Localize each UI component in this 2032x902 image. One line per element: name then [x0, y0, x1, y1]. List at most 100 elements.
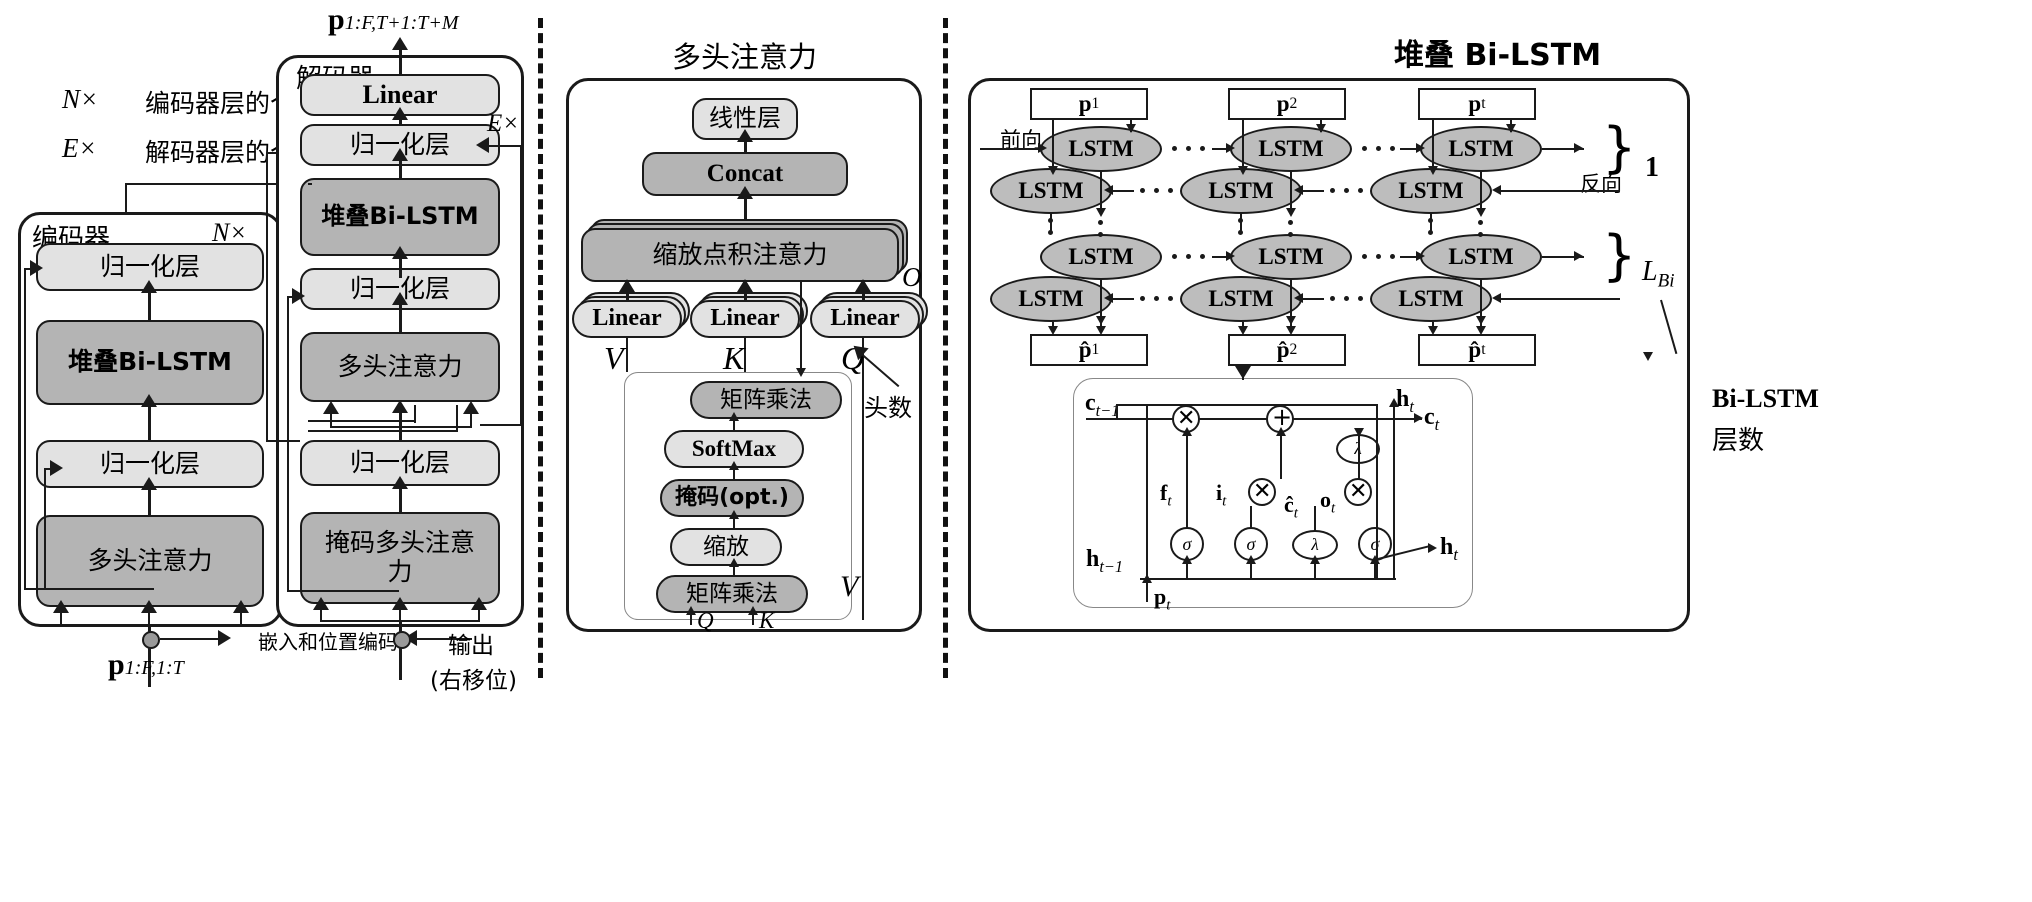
dots-f1-b3	[1390, 146, 1395, 151]
cell-c-line	[1086, 418, 1416, 420]
decoder-skip2-bot	[266, 440, 300, 442]
drop-p2-bwd	[1242, 120, 1244, 172]
bilstm-output-p1-label: p̂	[1078, 337, 1092, 362]
leftdots-1b	[1048, 230, 1053, 235]
encoder-block-bilstm[interactable]: 堆叠Bi-LSTM	[36, 320, 264, 405]
dots-b1-a1	[1140, 188, 1145, 193]
lstm-fL-2[interactable]: LSTM	[1230, 234, 1352, 280]
decoder-in-head-2	[392, 597, 408, 610]
dots-b1-a2	[1154, 188, 1159, 193]
bilstm-input-p2: p2	[1228, 88, 1346, 120]
legend-n-symbol: N×	[62, 84, 99, 114]
bilstm-layer-last-sub: Bi	[1657, 270, 1675, 292]
bilstm-layer-last: LBi	[1642, 256, 1675, 293]
drop-p1-bwd-head	[1048, 166, 1058, 175]
cell-c-out: ct	[1424, 404, 1439, 435]
bilstm-output-p1-sub: 1	[1091, 341, 1100, 358]
vert-f1-b1-3h	[1476, 208, 1486, 217]
encdec-bridge-bot2	[308, 430, 458, 432]
encoder-block-mha[interactable]: 多头注意力	[36, 515, 264, 607]
brace-glyph-L: }	[1602, 224, 1637, 287]
cell-bus-c-head	[1310, 555, 1320, 564]
cell-gate-o-sub: t	[1331, 500, 1336, 517]
lstm-fL-1[interactable]: LSTM	[1040, 234, 1162, 280]
sdpa-arrowhead-3	[729, 510, 739, 519]
bilstm-forward-line	[980, 148, 1042, 150]
encoder-skip2-bot	[24, 588, 44, 590]
drop-pt-bwd	[1432, 120, 1434, 172]
decoder-arrowhead-3	[392, 246, 408, 259]
decoder-block-mha[interactable]: 多头注意力	[300, 332, 500, 402]
cell-h-out-sub: t	[1453, 544, 1458, 564]
bilstm-forward-head	[1038, 143, 1047, 153]
vdots-1b	[1098, 232, 1103, 237]
conn-bL-b	[1302, 298, 1324, 300]
decoder-in-head-1	[313, 597, 329, 610]
sdpa-block-matmul-bot[interactable]: 矩阵乘法	[656, 575, 808, 613]
encoder-arrow-mha-to-norm1	[148, 488, 151, 515]
cell-c-line2	[1116, 404, 1378, 406]
vdots-2b	[1288, 232, 1293, 237]
decoder-block-bilstm[interactable]: 堆叠Bi-LSTM	[300, 178, 500, 256]
cell-h-out-h: h	[1440, 534, 1454, 560]
encoder-skip2-vert	[24, 268, 26, 590]
vdots-2a	[1288, 220, 1293, 225]
dots-bL-a3	[1168, 296, 1173, 301]
lstm-f1-1[interactable]: LSTM	[1040, 126, 1162, 172]
lstm-fL-3[interactable]: LSTM	[1420, 234, 1542, 280]
conn-b1-a-head	[1104, 185, 1113, 195]
embed-arrow-left-head	[218, 630, 231, 646]
cell-h-prev: ht−1	[1086, 546, 1123, 577]
encoder-input-node	[142, 631, 160, 649]
conn-f1-a-head	[1226, 143, 1235, 153]
vdots-3b	[1478, 232, 1483, 237]
lstm-bL-2[interactable]: LSTM	[1180, 276, 1302, 322]
bilstm-input-p1-sub: 1	[1091, 95, 1100, 112]
dots-b1-b2	[1344, 188, 1349, 193]
encoder-input-bus	[60, 625, 242, 627]
lstm-f1-2[interactable]: LSTM	[1230, 126, 1352, 172]
leftdots-2a	[1238, 218, 1243, 223]
conn-f1-b-head	[1416, 143, 1425, 153]
attention-linear-k[interactable]: Linear	[690, 300, 800, 338]
drop-pt-bwd-head	[1428, 166, 1438, 175]
cell-gate-f-label: ft	[1160, 480, 1171, 510]
bilstm-input-p2-label: p	[1276, 91, 1290, 116]
cell-input-pt-line	[1146, 582, 1148, 602]
bilstm-output-p1: p̂ 1	[1030, 334, 1148, 366]
encdec-bridge-vert	[414, 405, 416, 423]
attention-linear-v[interactable]: Linear	[572, 300, 682, 338]
encoder-input-label: p1:F,1:T	[108, 648, 184, 682]
conn-bL-a	[1112, 298, 1134, 300]
wire-mul2-up	[1280, 433, 1282, 479]
encoder-arrowhead-3	[141, 280, 157, 293]
decoder-repeat-head	[476, 137, 489, 153]
cell-c-out-head	[1414, 413, 1423, 423]
dots-fL-b1	[1362, 254, 1367, 259]
attention-block-sdpa[interactable]: 缩放点积注意力	[581, 228, 899, 282]
attention-linear-q[interactable]: Linear	[810, 300, 920, 338]
leftdots-2b	[1238, 230, 1243, 235]
legend-e-symbol: E×	[62, 133, 97, 163]
leftdots-1a	[1048, 218, 1053, 223]
bilstm-input-p1: p1	[1030, 88, 1148, 120]
bilstm-output-pt-sub: t	[1481, 341, 1486, 358]
dots-bL-a2	[1154, 296, 1159, 301]
drop-p1-fwd-head	[1126, 124, 1136, 133]
attention-arrow-sdpa-to-concat	[744, 196, 747, 221]
wire-i-up	[1250, 506, 1252, 528]
stem-v	[626, 338, 628, 372]
decoder-arrow-mha-to-norm2	[399, 302, 402, 332]
lstm-bL-3[interactable]: LSTM	[1370, 276, 1492, 322]
sdpa-block-scale[interactable]: 缩放	[670, 528, 782, 566]
arrowhead-linq	[855, 279, 871, 292]
dots-f1-a2	[1186, 146, 1191, 151]
encoder-input-head-3	[233, 600, 249, 613]
decoder-arrowhead-5	[392, 400, 408, 413]
cell-c-prev-c: c	[1085, 390, 1096, 416]
lstm-bL-1[interactable]: LSTM	[990, 276, 1112, 322]
lstm-f1-3[interactable]: LSTM	[1420, 126, 1542, 172]
encdec-bridge-bot	[308, 420, 416, 422]
cell-op-mul-2-glyph: ✕	[1253, 479, 1272, 504]
sdpa-block-matmul-top[interactable]: 矩阵乘法	[690, 381, 842, 419]
